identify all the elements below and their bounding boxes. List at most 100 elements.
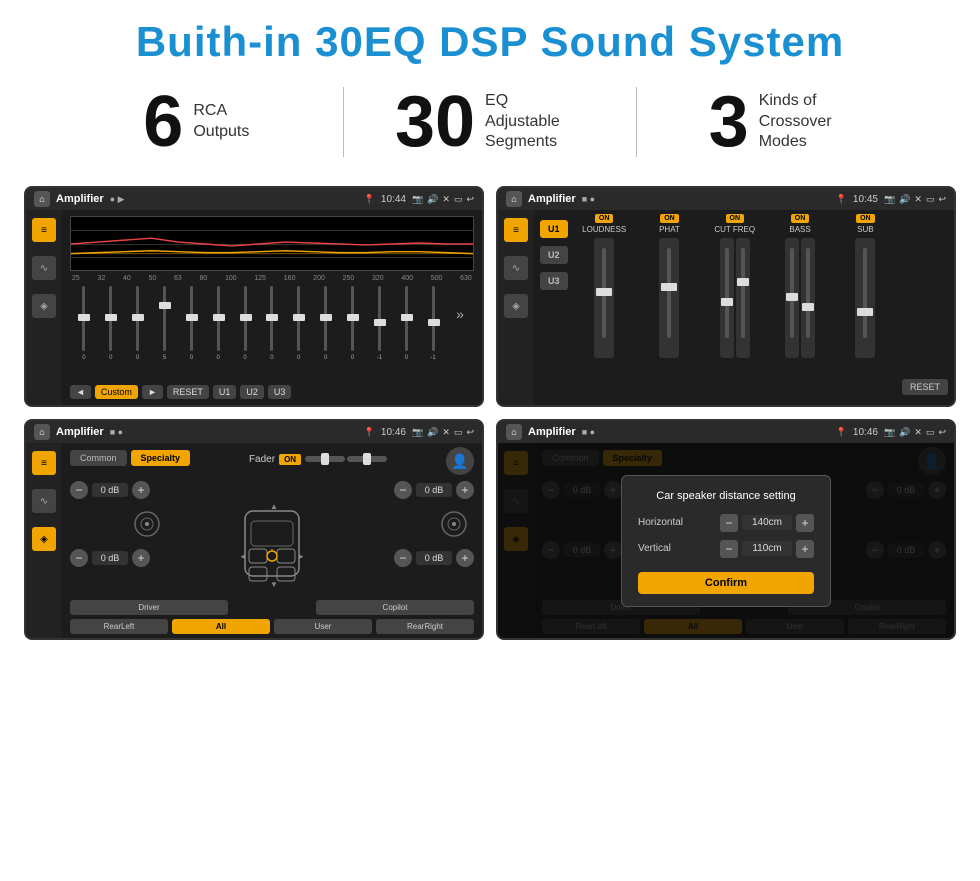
eq-u1-button[interactable]: U1	[213, 385, 237, 399]
user-button[interactable]: User	[274, 619, 372, 634]
channel-phat: ON PHAT	[639, 214, 700, 401]
status-bar-3: ⌂ Amplifier ■ ● 📍 10:46 📷 🔊 ✕ ▭ ↩	[26, 421, 482, 443]
db-value-rr: 0 dB	[416, 551, 452, 565]
crossover-reset-button[interactable]: RESET	[902, 379, 948, 395]
sidebar-wave3-icon[interactable]: ∿	[32, 489, 56, 513]
cutfreq-slider-g[interactable]	[736, 238, 750, 358]
distance-dialog: Car speaker distance setting Horizontal …	[621, 475, 831, 607]
sidebar-speaker-icon[interactable]: ◈	[32, 294, 56, 318]
fader-on-badge: ON	[279, 454, 301, 465]
vertical-value: 110cm	[742, 541, 792, 556]
cutfreq-slider-f[interactable]	[720, 238, 734, 358]
db-value-fl: 0 dB	[92, 483, 128, 497]
eq-slider-11[interactable]: -1	[367, 286, 391, 381]
sidebar-speaker3-icon[interactable]: ◈	[32, 527, 56, 551]
sidebar-2: ≡ ∿ ◈	[498, 210, 534, 405]
eq-slider-2[interactable]: 0	[126, 286, 150, 381]
db-minus-fr[interactable]: −	[394, 481, 412, 499]
db-row-rl: − 0 dB +	[70, 549, 224, 567]
status-icons-4: 📷 🔊 ✕ ▭ ↩	[884, 427, 946, 438]
db-minus-rr[interactable]: −	[394, 549, 412, 567]
eq-u3-button[interactable]: U3	[268, 385, 292, 399]
bottom-buttons-3b: RearLeft All User RearRight	[70, 619, 474, 634]
eq-next-button[interactable]: ►	[142, 385, 163, 399]
eq-slider-13[interactable]: -1	[421, 286, 445, 381]
eq-slider-0[interactable]: 0	[72, 286, 96, 381]
eq-slider-7[interactable]: 0	[260, 286, 284, 381]
bass-slider-g[interactable]	[801, 238, 815, 358]
svg-text:◄: ◄	[239, 552, 247, 561]
u2-button[interactable]: U2	[540, 246, 568, 264]
screen-crossover: ⌂ Amplifier ■ ● 📍 10:45 📷 🔊 ✕ ▭ ↩ ≡ ∿ ◈	[496, 186, 956, 407]
sidebar-wave2-icon[interactable]: ∿	[504, 256, 528, 280]
db-value-fr: 0 dB	[416, 483, 452, 497]
crossover-main: U1 U2 U3 ON LOUDNESS	[534, 210, 954, 405]
eq-slider-3[interactable]: 5	[153, 286, 177, 381]
home-icon-3[interactable]: ⌂	[34, 424, 50, 440]
phat-on-badge: ON	[660, 214, 679, 223]
sidebar-eq-icon[interactable]: ≡	[32, 218, 56, 242]
bass-slider-f[interactable]	[785, 238, 799, 358]
eq-slider-8[interactable]: 0	[287, 286, 311, 381]
sidebar-eq3-icon[interactable]: ≡	[32, 451, 56, 475]
sidebar-eq2-icon[interactable]: ≡	[504, 218, 528, 242]
db-minus-rl[interactable]: −	[70, 549, 88, 567]
u1-button[interactable]: U1	[540, 220, 568, 238]
db-plus-fl[interactable]: +	[132, 481, 150, 499]
eq-slider-6[interactable]: 0	[233, 286, 257, 381]
phat-slider[interactable]	[659, 238, 679, 358]
db-minus-fl[interactable]: −	[70, 481, 88, 499]
eq-reset-button[interactable]: RESET	[167, 385, 209, 399]
sidebar-wave-icon[interactable]: ∿	[32, 256, 56, 280]
horizontal-minus-button[interactable]: −	[720, 514, 738, 532]
location-icon-1: 📍	[364, 194, 375, 205]
eq-u2-button[interactable]: U2	[240, 385, 264, 399]
u3-button[interactable]: U3	[540, 272, 568, 290]
db-plus-rl[interactable]: +	[132, 549, 150, 567]
right-speakers: − 0 dB + −	[320, 481, 474, 600]
all-button[interactable]: All	[172, 619, 270, 634]
bass-on-badge: ON	[791, 214, 810, 223]
channel-sub: ON SUB	[835, 214, 896, 401]
status-bar-2: ⌂ Amplifier ■ ● 📍 10:45 📷 🔊 ✕ ▭ ↩	[498, 188, 954, 210]
sub-slider[interactable]	[855, 238, 875, 358]
eq-custom-button[interactable]: Custom	[95, 385, 138, 399]
db-plus-fr[interactable]: +	[456, 481, 474, 499]
eq-slider-4[interactable]: 0	[179, 286, 203, 381]
eq-slider-1[interactable]: 0	[99, 286, 123, 381]
stat-crossover: 3 Kinds ofCrossover Modes	[647, 86, 920, 158]
tab-common[interactable]: Common	[70, 450, 127, 466]
eq-sliders: 0 0 0 5 0	[70, 286, 474, 381]
eq-slider-9[interactable]: 0	[314, 286, 338, 381]
db-plus-rr[interactable]: +	[456, 549, 474, 567]
vertical-plus-button[interactable]: +	[796, 540, 814, 558]
loudness-slider[interactable]	[594, 238, 614, 358]
sidebar-speaker2-icon[interactable]: ◈	[504, 294, 528, 318]
rearleft-button[interactable]: RearLeft	[70, 619, 168, 634]
db-row-fl: − 0 dB +	[70, 481, 224, 499]
copilot-button[interactable]: Copilot	[316, 600, 474, 615]
screen-fader: ⌂ Amplifier ■ ● 📍 10:46 📷 🔊 ✕ ▭ ↩ ≡ ∿ ◈	[24, 419, 484, 640]
home-icon-2[interactable]: ⌂	[506, 191, 522, 207]
stat-eq: 30 EQ AdjustableSegments	[354, 86, 627, 158]
dialog-vertical-row: Vertical − 110cm +	[638, 540, 814, 558]
eq-prev-button[interactable]: ◄	[70, 385, 91, 399]
eq-slider-expand[interactable]: »	[448, 286, 472, 381]
stat-divider-2	[636, 87, 637, 157]
rearright-button[interactable]: RearRight	[376, 619, 474, 634]
eq-slider-10[interactable]: 0	[341, 286, 365, 381]
driver-button[interactable]: Driver	[70, 600, 228, 615]
confirm-button[interactable]: Confirm	[638, 572, 814, 594]
eq-slider-12[interactable]: 0	[394, 286, 418, 381]
app-name-3: Amplifier	[56, 426, 104, 438]
home-icon-4[interactable]: ⌂	[506, 424, 522, 440]
cutfreq-on-badge: ON	[726, 214, 745, 223]
eq-slider-5[interactable]: 0	[206, 286, 230, 381]
tab-specialty[interactable]: Specialty	[131, 450, 191, 466]
horizontal-plus-button[interactable]: +	[796, 514, 814, 532]
fader-label: Fader	[249, 454, 275, 465]
dialog-horizontal-row: Horizontal − 140cm +	[638, 514, 814, 532]
vertical-minus-button[interactable]: −	[720, 540, 738, 558]
stat-divider-1	[343, 87, 344, 157]
home-icon-1[interactable]: ⌂	[34, 191, 50, 207]
